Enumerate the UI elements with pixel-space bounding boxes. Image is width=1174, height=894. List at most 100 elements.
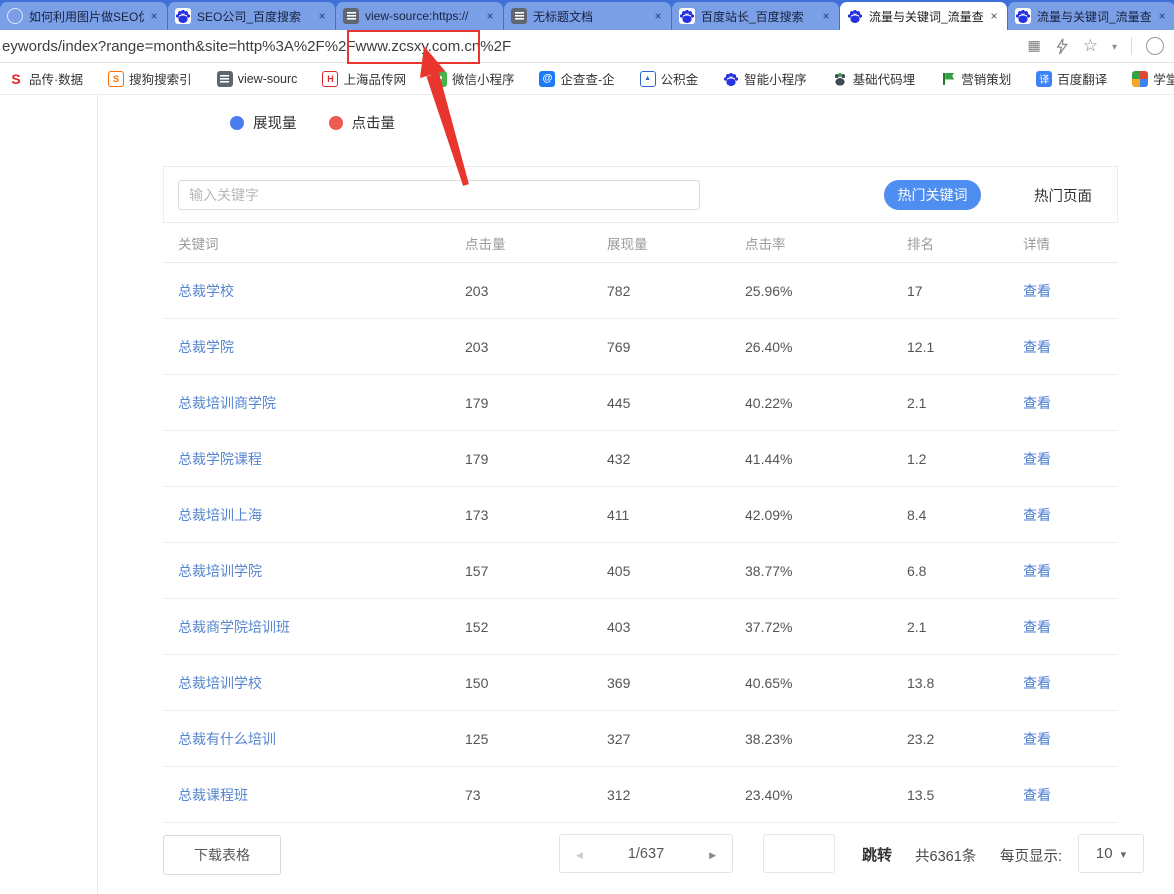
bookmark-item[interactable]: view-sourc <box>216 70 297 87</box>
bookmark-label: 搜狗搜索引 <box>129 73 192 87</box>
keyword-link[interactable]: 总裁课程班 <box>178 787 248 803</box>
browser-tab[interactable]: view-source:https:// <box>336 2 503 30</box>
col-header-impressions: 展现量 <box>607 236 648 252</box>
blue-dot-icon <box>230 115 244 130</box>
per-page-label: 每页显示: <box>1000 849 1063 865</box>
view-detail-link[interactable]: 查看 <box>1023 451 1051 467</box>
tab-strip: 如何利用图片做SEO优 SEO公司_百度搜索 view-source:https… <box>0 0 1174 30</box>
close-icon[interactable] <box>820 10 832 22</box>
keyword-link[interactable]: 总裁培训上海 <box>178 507 262 523</box>
keyword-link[interactable]: 总裁培训学院 <box>178 563 262 579</box>
qichacha-icon <box>539 70 556 87</box>
close-icon[interactable] <box>316 10 328 22</box>
keyword-link[interactable]: 总裁学校 <box>178 283 234 299</box>
col-header-clicks: 点击量 <box>465 236 506 252</box>
impressions-value: 403 <box>607 618 631 635</box>
browser-tab[interactable]: SEO公司_百度搜索 <box>168 2 335 30</box>
letter-s-red-icon <box>8 71 24 87</box>
hot-keywords-button[interactable]: 热门关键词 <box>884 180 981 210</box>
pagination: 1/637 <box>559 834 733 873</box>
lightning-icon[interactable] <box>1055 37 1069 55</box>
url-input[interactable]: eywords/index?range=month&site=http%3A%2… <box>0 38 1021 55</box>
bookmark-item[interactable]: 百度翻译 <box>1036 69 1107 88</box>
fund-icon <box>639 70 656 87</box>
keyword-link[interactable]: 总裁有什么培训 <box>178 731 276 747</box>
bookmark-item[interactable]: 微信小程序 <box>430 69 514 88</box>
legend-impressions[interactable]: 展现量 <box>230 112 297 133</box>
keywords-table: 关键词 点击量 展现量 点击率 排名 详情 总裁学校 203 782 25.96… <box>163 223 1118 823</box>
bookmarks-bar: 品传·数据 搜狗搜索引 view-sourc 上海品传网 微信小程序 企查查-企… <box>0 63 1174 95</box>
keyword-link[interactable]: 总裁培训商学院 <box>178 395 276 411</box>
bookmark-item[interactable]: 智能小程序 <box>723 69 807 88</box>
bookmark-item[interactable]: 搜狗搜索引 <box>108 69 192 88</box>
view-detail-link[interactable]: 查看 <box>1023 619 1051 635</box>
browser-tab[interactable]: 百度站长_百度搜索 <box>672 2 839 30</box>
bookmark-item[interactable]: 营销策划 <box>940 69 1011 88</box>
view-detail-link[interactable]: 查看 <box>1023 731 1051 747</box>
page-jump-input[interactable] <box>763 834 835 873</box>
ctr-value: 23.40% <box>745 786 793 803</box>
chevron-down-icon[interactable] <box>1112 37 1117 55</box>
impressions-value: 432 <box>607 450 631 467</box>
view-detail-link[interactable]: 查看 <box>1023 787 1051 803</box>
impressions-value: 769 <box>607 338 631 355</box>
view-detail-link[interactable]: 查看 <box>1023 675 1051 691</box>
keyword-search-input[interactable] <box>178 180 700 210</box>
view-detail-link[interactable]: 查看 <box>1023 339 1051 355</box>
clicks-value: 152 <box>465 618 489 635</box>
browser-tab[interactable]: 无标题文档 <box>504 2 671 30</box>
legend-clicks[interactable]: 点击量 <box>328 112 395 133</box>
impressions-value: 312 <box>607 786 631 803</box>
speed-mode-icon[interactable] <box>1146 37 1164 55</box>
keyword-link[interactable]: 总裁学院课程 <box>178 451 262 467</box>
col-header-rank: 排名 <box>907 236 934 252</box>
table-row: 总裁培训商学院 179 445 40.22% 2.1 查看 <box>163 375 1118 431</box>
qr-code-icon[interactable] <box>1027 37 1040 55</box>
view-detail-link[interactable]: 查看 <box>1023 283 1051 299</box>
browser-tab[interactable]: 流量与关键词_流量查 <box>840 2 1007 30</box>
bookmark-item[interactable]: 公积金 <box>639 69 698 88</box>
prev-page-icon[interactable] <box>576 845 583 863</box>
browser-tab[interactable]: 流量与关键词_流量查 <box>1008 2 1174 30</box>
rank-value: 13.8 <box>907 674 935 691</box>
bookmark-item[interactable]: 上海品传网 <box>322 69 406 88</box>
ctr-value: 40.65% <box>745 674 793 691</box>
content-left-divider <box>97 95 98 894</box>
keyword-link[interactable]: 总裁商学院培训班 <box>178 619 290 635</box>
close-icon[interactable] <box>988 10 1000 22</box>
keyword-link[interactable]: 总裁培训学校 <box>178 675 262 691</box>
view-detail-link[interactable]: 查看 <box>1023 395 1051 411</box>
clicks-value: 150 <box>465 674 489 691</box>
rank-value: 8.4 <box>907 506 927 523</box>
close-icon[interactable] <box>1156 10 1168 22</box>
table-footer: 下载表格 1/637 跳转 共6361条 每页显示: 10 <box>0 830 1174 880</box>
browser-tab[interactable]: 如何利用图片做SEO优 <box>0 2 167 30</box>
hot-pages-button[interactable]: 热门页面 <box>1034 185 1092 206</box>
rank-value: 23.2 <box>907 730 935 747</box>
view-detail-link[interactable]: 查看 <box>1023 563 1051 579</box>
bookmark-item[interactable]: 基础代码埋 <box>831 69 915 88</box>
bookmark-item[interactable]: 学堂在线 - <box>1132 69 1174 88</box>
bookmark-item[interactable]: 企查查-企 <box>539 69 615 88</box>
bookmark-item[interactable]: 品传·数据 <box>8 69 83 88</box>
bookmark-star-icon[interactable] <box>1083 36 1098 56</box>
view-detail-link[interactable]: 查看 <box>1023 507 1051 523</box>
baidu-icon <box>1015 8 1031 24</box>
baidu-icon <box>847 8 863 24</box>
close-icon[interactable] <box>652 10 664 22</box>
col-header-detail: 详情 <box>1023 236 1050 252</box>
red-dot-icon <box>328 115 343 130</box>
close-icon[interactable] <box>484 10 496 22</box>
page-size-select[interactable]: 10 <box>1078 834 1144 873</box>
document-icon <box>511 8 527 24</box>
paw-icon <box>831 70 848 87</box>
jump-label[interactable]: 跳转 <box>862 844 892 865</box>
close-icon[interactable] <box>148 10 160 22</box>
impressions-value: 782 <box>607 282 631 299</box>
ctr-value: 40.22% <box>745 394 793 411</box>
next-page-icon[interactable] <box>709 845 716 863</box>
rank-value: 6.8 <box>907 562 927 579</box>
keyword-link[interactable]: 总裁学院 <box>178 339 234 355</box>
download-table-button[interactable]: 下载表格 <box>163 835 281 875</box>
tab-title: view-source:https:// <box>365 9 469 23</box>
